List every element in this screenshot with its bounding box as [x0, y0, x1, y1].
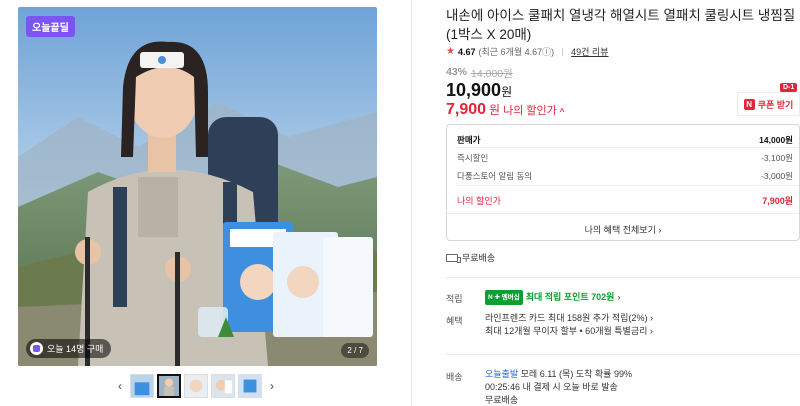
breakdown-value: 14,000원 [759, 135, 793, 145]
breakdown-label: 나의 할인가 [457, 196, 501, 206]
my-discount-price[interactable]: 7,900 원 나의 할인가 ^ [446, 101, 564, 119]
chevron-up-icon: ^ [559, 107, 565, 116]
section-divider [446, 277, 800, 278]
shopping-bag-icon [30, 342, 43, 355]
breakdown-row-instant-discount: 즉시할인 -3,100원 [457, 152, 793, 164]
thumbnail-4[interactable] [211, 374, 235, 398]
breakdown-row-store-alert: 다풍스토어 알림 동의 -3,000원 [457, 170, 793, 182]
delivery-label: 배송 [446, 372, 463, 382]
today-deal-badge: 오늘끝딜 [26, 16, 75, 37]
today-buyers-text: 오늘 14명 구매 [47, 344, 104, 354]
delivery-info: 오늘출발 모레 6.11 (목) 도착 확률 99% 00:25:46 내 결제… [485, 368, 632, 406]
max-points-link[interactable]: N ✚ 멤버십 최대 적립 포인트 702원 › [485, 290, 620, 305]
breakdown-value: -3,100원 [761, 153, 793, 163]
star-icon: ★ [446, 46, 455, 57]
max-points-text: 최대 적립 포인트 702원 [525, 292, 615, 302]
breakdown-row-my-price: 나의 할인가 7,900원 [457, 194, 793, 207]
coupon-download-button[interactable]: N 쿠폰 받기 [737, 92, 800, 116]
chevron-right-icon: › [617, 292, 621, 302]
divider [457, 185, 799, 186]
discount-rate: 43% [446, 66, 468, 78]
sale-price: 10,900원 [446, 80, 512, 101]
won-unit: 원 [501, 85, 513, 99]
rating-summary: ★ 4.67 (최근 6개월 4.67ⓘ) 49건 리뷰 [446, 45, 609, 58]
thumbnail-2[interactable] [157, 374, 181, 398]
breakdown-label: 다풍스토어 알림 동의 [457, 171, 533, 181]
rating-detail[interactable]: (최근 6개월 4.67ⓘ) [479, 45, 555, 58]
thumbnail-1[interactable] [130, 374, 154, 398]
divider [457, 147, 799, 148]
discount-row: 43% 14,000원 [446, 66, 513, 81]
today-shipping-tag: 오늘출발 [485, 369, 519, 379]
my-price-value: 7,900 [446, 101, 487, 118]
delivery-fee: 무료배송 [485, 395, 519, 405]
product-main-image[interactable]: 오늘끝딜 오늘 14명 구매 2 / 7 [18, 7, 377, 366]
coupon-button-label: 쿠폰 받기 [757, 99, 794, 110]
points-label: 적립 [446, 294, 463, 304]
image-page-indicator: 2 / 7 [341, 343, 369, 358]
card-benefit-link[interactable]: 라인프렌즈 카드 최대 158원 추가 적립(2%) › [485, 312, 653, 325]
delivery-cutoff: 00:25:46 내 결제 시 오늘 바로 발송 [485, 382, 618, 392]
divider [447, 213, 799, 214]
view-all-benefits-link[interactable]: 나의 혜택 전체보기 › [447, 223, 799, 236]
today-buyers-badge: 오늘 14명 구매 [26, 339, 112, 358]
benefits-list: 라인프렌즈 카드 최대 158원 추가 적립(2%) › 최대 12개월 무이자… [485, 312, 653, 338]
my-price-label: 나의 할인가 [503, 105, 557, 117]
column-divider [411, 0, 412, 406]
installment-benefit-link[interactable]: 최대 12개월 무이자 할부 • 60개월 특별금리 › [485, 325, 653, 338]
benefits-label: 혜택 [446, 316, 463, 326]
thumbnail-prev-button[interactable]: ‹ [113, 374, 127, 398]
breakdown-value: -3,000원 [761, 171, 793, 181]
review-count-link[interactable]: 49건 리뷰 [571, 45, 608, 58]
breakdown-row-list-price: 판매가 14,000원 [457, 134, 793, 146]
npay-membership-badge: N ✚ 멤버십 [485, 290, 523, 305]
rating-score: 4.67 [457, 46, 476, 57]
thumbnail-3[interactable] [184, 374, 208, 398]
won-unit: 원 [489, 103, 501, 117]
naver-logo-icon: N [743, 98, 755, 110]
product-photo [18, 7, 377, 366]
shipping-text: 무료배송 [462, 253, 496, 263]
separator [562, 47, 564, 56]
product-title: 내손에 아이스 쿨패치 열냉각 해열시트 열패치 쿨링시트 냉찜질 (1박스 X… [446, 8, 796, 42]
section-divider [446, 354, 800, 355]
truck-icon [446, 253, 461, 263]
breakdown-label: 판매가 [457, 135, 481, 145]
thumbnail-next-button[interactable]: › [265, 374, 279, 398]
thumbnail-strip: ‹ › [113, 374, 279, 398]
thumbnail-5[interactable] [238, 374, 262, 398]
original-price: 14,000원 [471, 68, 513, 80]
breakdown-value: 7,900원 [762, 196, 793, 206]
shipping-summary: 무료배송 [446, 251, 495, 264]
delivery-eta: 모레 6.11 (목) 도착 확률 99% [520, 369, 632, 379]
breakdown-label: 즉시할인 [457, 153, 489, 163]
sale-price-value: 10,900 [446, 80, 502, 100]
coupon-deadline-tag: D-1 [780, 83, 798, 92]
price-breakdown-box: 판매가 14,000원 즉시할인 -3,100원 다풍스토어 알림 동의 -3,… [446, 124, 800, 241]
